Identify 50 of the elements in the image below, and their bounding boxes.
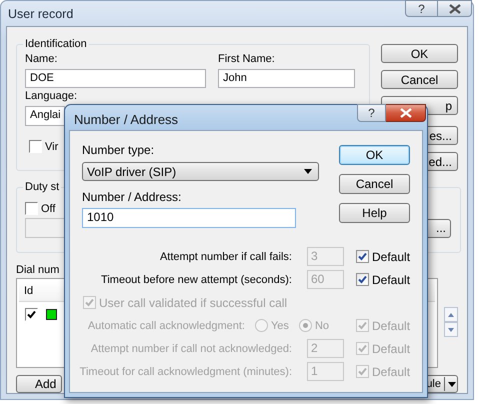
help-button[interactable]: ?: [357, 104, 386, 122]
checkbox-label: Default: [372, 250, 410, 264]
window-title: User record: [8, 7, 74, 21]
language-dropdown[interactable]: Anglai: [25, 106, 65, 126]
move-up-button[interactable]: [444, 307, 458, 322]
checkbox[interactable]: [356, 250, 369, 263]
field-label: Name:: [25, 52, 58, 66]
setting-label: Attempt number if call not acknowledged:: [90, 342, 292, 356]
address-input[interactable]: 1010: [82, 208, 296, 228]
caret-icon: [304, 169, 312, 174]
list-label: Dial num: [16, 263, 60, 277]
close-icon: [448, 4, 460, 14]
move-down-button[interactable]: [444, 322, 458, 337]
triangle-down-icon: [448, 328, 454, 332]
checkbox-label: User call validated if successful call: [99, 296, 288, 310]
triangle-up-icon: [448, 312, 454, 316]
setting-label: Timeout for call acknowledgment (minutes):: [78, 364, 292, 380]
add-button[interactable]: Add: [16, 375, 62, 393]
close-icon: [400, 108, 412, 118]
caret-icon: [448, 382, 456, 386]
checkbox[interactable]: [25, 202, 38, 215]
group-title: Duty st: [23, 180, 62, 194]
help-button[interactable]: ?: [405, 0, 438, 17]
name-field[interactable]: DOE: [25, 69, 206, 88]
first-name-field[interactable]: John: [218, 69, 355, 88]
checkbox-label: Default: [372, 318, 410, 332]
field-label: Number type:: [82, 143, 156, 157]
radio-label: Yes: [270, 320, 289, 332]
checkbox[interactable]: [356, 273, 369, 286]
dialog-button[interactable]: Cancel: [339, 174, 410, 194]
dialog-button[interactable]: OK: [339, 145, 410, 165]
setting-label: Automatic call acknowledgment:: [88, 320, 245, 332]
dialog-button[interactable]: Help: [339, 203, 410, 223]
field-label: Number / Address:: [82, 190, 182, 204]
dialog-button[interactable]: Cancel: [381, 70, 458, 89]
close-button[interactable]: [438, 0, 472, 17]
setting-label: Attempt number if call fails:: [158, 250, 292, 264]
checkbox-label: Vir: [45, 140, 58, 152]
setting-label: Timeout before new attempt (seconds):: [100, 272, 292, 288]
field-label: Language:: [25, 89, 78, 103]
checkbox[interactable]: [29, 140, 42, 153]
field-label: First Name:: [218, 52, 276, 66]
close-button[interactable]: [386, 104, 426, 122]
checkbox-label: Default: [372, 342, 410, 356]
radio-label: No: [314, 320, 329, 332]
dialog-button[interactable]: OK: [381, 44, 458, 63]
number-type-dropdown[interactable]: VoIP driver (SIP): [82, 162, 319, 181]
checkbox-label: Off: [41, 202, 56, 214]
checkbox-label: Default: [372, 272, 410, 286]
dialog-title: Number / Address: [74, 112, 178, 127]
